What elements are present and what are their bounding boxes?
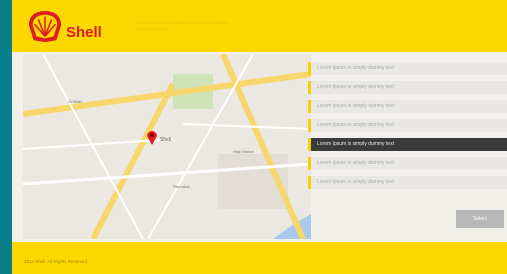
page-frame: Shell Lorem Ipsum is simply dummy text o… [12,0,507,274]
list-item[interactable]: Lorem Ipsum is simply dummy text [308,119,507,132]
map[interactable]: Shell Al Kifah Ramallah Holy Shrine [23,54,311,239]
header-tagline: Lorem Ipsum is simply dummy text of the … [135,20,230,31]
shell-logo-icon [28,10,62,43]
map-place-label: Al Kifah [68,99,82,104]
list-item[interactable]: Lorem Ipsum is simply dummy text [308,81,507,94]
list-item[interactable]: Lorem Ipsum is simply dummy text [308,157,507,170]
list-item[interactable]: Lorem Ipsum is simply dummy text [308,62,507,75]
footer: 2014 Shell. All Rights Reserved. [12,242,507,274]
list-item-selected[interactable]: Lorem Ipsum is simply dummy text [308,138,507,151]
copyright-text: 2014 Shell. All Rights Reserved. [24,259,89,264]
map-place-label: Ramallah [173,184,190,189]
brand-name: Shell [66,24,102,41]
location-list: Lorem Ipsum is simply dummy text Lorem I… [308,62,507,195]
map-pin-label: Shell [160,137,172,143]
list-item[interactable]: Lorem Ipsum is simply dummy text [308,176,507,189]
header: Shell Lorem Ipsum is simply dummy text o… [12,0,507,52]
location-pin-icon[interactable] [146,129,158,145]
list-item[interactable]: Lorem Ipsum is simply dummy text [308,100,507,113]
select-button[interactable]: Select [456,210,504,228]
map-place-label: Holy Shrine [233,149,254,154]
map-canvas [23,54,311,239]
